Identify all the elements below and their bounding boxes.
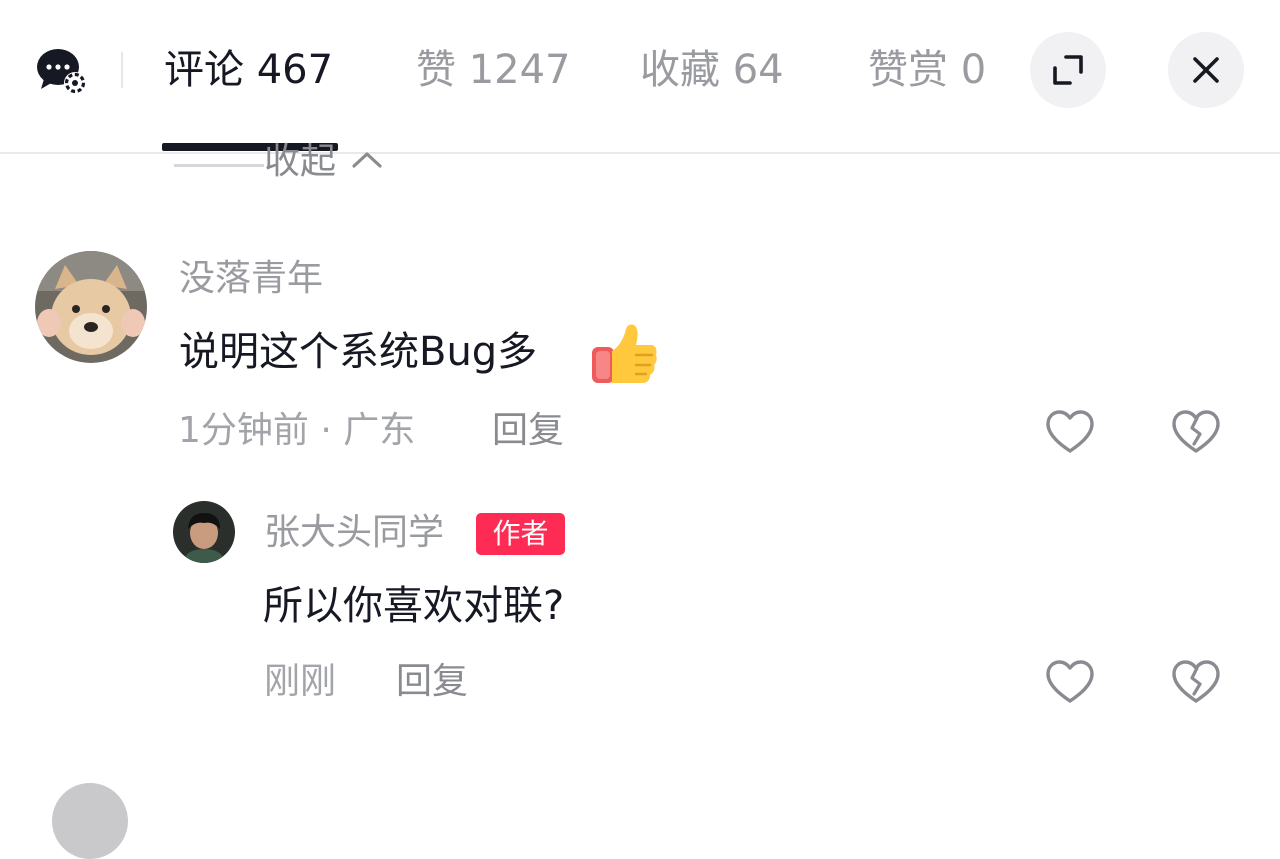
comment-settings-icon[interactable]	[36, 46, 88, 98]
heart-icon[interactable]	[1042, 404, 1098, 460]
close-icon	[1193, 57, 1219, 83]
comment-text: 说明这个系统Bug多	[179, 329, 538, 375]
heart-icon[interactable]	[1042, 654, 1098, 710]
reply-button[interactable]: 回复	[396, 658, 468, 706]
avatar[interactable]	[173, 501, 235, 563]
dog-avatar-image	[35, 251, 147, 363]
person-avatar-image	[173, 501, 235, 563]
tab-tips[interactable]: 赞赏 0	[868, 44, 986, 96]
avatar[interactable]	[35, 251, 147, 363]
broken-heart-icon[interactable]	[1168, 404, 1224, 460]
expand-button[interactable]	[1030, 32, 1106, 108]
tab-comments[interactable]: 评论 467	[164, 44, 333, 96]
collapse-line	[174, 164, 264, 167]
tab-favorites[interactable]: 收藏 64	[640, 44, 784, 96]
reply-button[interactable]: 回复	[492, 407, 564, 455]
close-button[interactable]	[1168, 32, 1244, 108]
tab-likes[interactable]: 赞 1247	[416, 44, 571, 96]
thumbs-up-icon	[592, 324, 657, 383]
reply-text: 所以你喜欢对联?	[263, 583, 565, 629]
comment-username[interactable]: 没落青年	[179, 256, 323, 302]
author-badge: 作者	[476, 513, 565, 555]
broken-heart-icon[interactable]	[1168, 654, 1224, 710]
chevron-up-icon[interactable]	[350, 148, 384, 170]
reply-meta: 刚刚	[264, 661, 337, 702]
collapse-replies-button[interactable]: 收起	[264, 140, 336, 184]
header-divider	[121, 52, 123, 88]
comment-meta: 1分钟前 · 广东	[178, 410, 416, 451]
expand-icon	[1053, 55, 1083, 85]
reply-username[interactable]: 张大头同学	[264, 510, 444, 556]
avatar[interactable]	[52, 783, 128, 859]
